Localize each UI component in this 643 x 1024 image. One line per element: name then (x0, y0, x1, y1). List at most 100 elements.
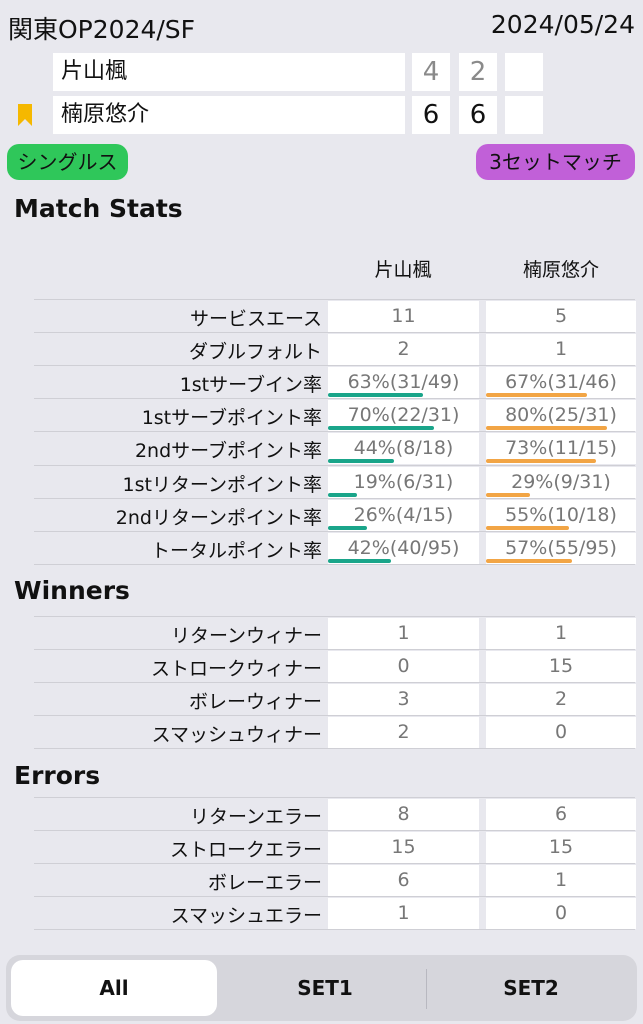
player1-percentage-bar (328, 459, 394, 464)
stat-value-text: 1 (554, 869, 568, 892)
player2-set2-score: 6 (459, 96, 497, 134)
stat-value-text: 55%(10/18) (505, 503, 617, 526)
match-date: 2024/05/24 (490, 10, 635, 39)
player1-stat-value: 2 (328, 717, 479, 749)
player1-name: 片山楓 (53, 53, 405, 91)
stat-value-text: 2 (554, 688, 568, 711)
player1-stat-value: 42%(40/95) (328, 532, 479, 564)
row-divider (34, 715, 635, 717)
column-header-player2: 楠原悠介 (522, 259, 599, 281)
player2-stat-value: 2 (486, 684, 636, 716)
stat-value-text: 1 (554, 338, 568, 361)
bookmark-icon (18, 104, 32, 126)
player2-stat-value: 55%(10/18) (486, 499, 636, 531)
stat-value-text: 80%(25/31) (505, 404, 617, 427)
stat-value-text: 44%(8/18) (353, 437, 454, 460)
row-divider (34, 332, 635, 334)
stat-value-text: 0 (554, 902, 568, 925)
player2-stat-value: 29%(9/31) (486, 466, 636, 498)
stat-value-text: 5 (554, 305, 568, 327)
stat-label: スマッシュウィナー (151, 724, 322, 747)
stat-value-text: 29%(9/31) (511, 470, 611, 493)
player2-percentage-bar (486, 525, 569, 530)
stat-label: ボレーウィナー (188, 691, 322, 714)
player2-stat-value: 1 (486, 334, 636, 366)
row-divider (34, 563, 635, 565)
row-divider (34, 497, 635, 499)
stat-label: 1stリターンポイント率 (122, 473, 323, 496)
stat-value-text: 0 (397, 655, 410, 678)
section-title-errors: Errors (14, 761, 101, 790)
row-divider (34, 896, 635, 898)
stat-label: 1stサーブポイント率 (141, 407, 322, 430)
stat-value-text: 67%(31/46) (505, 371, 617, 394)
row-divider (34, 863, 635, 865)
player2-set3-score (505, 96, 543, 134)
stat-value-text: 0 (554, 721, 568, 744)
player1-percentage-bar (328, 393, 423, 398)
match-format-pill: 3セットマッチ (476, 144, 635, 180)
player1-stat-value: 63%(31/49) (328, 367, 479, 399)
player1-stat-value: 6 (328, 865, 479, 897)
player1-stat-value: 19%(6/31) (328, 466, 479, 498)
player1-stat-value: 11 (328, 301, 479, 332)
section-title-winners: Winners (14, 576, 130, 605)
stat-value-text: 8 (397, 803, 410, 825)
player1-set2-score: 2 (459, 53, 497, 91)
row-divider (34, 830, 635, 832)
player1-stat-value: 70%(22/31) (328, 400, 479, 432)
stat-label: 2ndリターンポイント率 (115, 506, 322, 529)
player2-stat-value: 15 (486, 651, 636, 683)
player2-stat-value: 15 (486, 832, 636, 864)
player2-percentage-bar (486, 558, 572, 563)
stat-value-text: 6 (554, 803, 568, 825)
player1-stat-value: 44%(8/18) (328, 433, 479, 465)
stat-value-text: 57%(55/95) (505, 536, 617, 559)
stat-value-text: 1 (397, 902, 410, 925)
row-divider (34, 616, 635, 617)
stat-value-text: 70%(22/31) (347, 404, 460, 427)
row-divider (34, 398, 635, 400)
stat-value-text: 2 (397, 721, 410, 744)
player1-stat-value: 26%(4/15) (328, 499, 479, 531)
row-divider (34, 464, 635, 466)
player2-stat-value: 67%(31/46) (486, 367, 636, 399)
stat-value-text: 3 (397, 688, 410, 711)
match-title: 関東OP2024/SF (8, 15, 196, 44)
tab-set2[interactable]: SET2 (428, 960, 634, 1016)
stat-value-text: 19%(6/31) (353, 470, 454, 493)
stat-label: リターンウィナー (170, 625, 322, 647)
stat-value-text: 11 (391, 305, 416, 327)
tab-all[interactable]: All (11, 960, 217, 1016)
player2-stat-value: 5 (486, 301, 636, 332)
player2-percentage-bar (486, 492, 530, 497)
player1-stat-value: 8 (328, 799, 479, 830)
player2-percentage-bar (486, 459, 596, 464)
stat-value-text: 1 (397, 622, 410, 644)
player2-percentage-bar (486, 393, 587, 398)
player1-set1-score: 4 (412, 53, 450, 91)
stat-label: スマッシュエラー (170, 905, 322, 928)
player2-set1-score: 6 (412, 96, 450, 134)
stat-value-text: 63%(31/49) (347, 371, 460, 394)
row-divider (34, 365, 635, 367)
player1-percentage-bar (328, 426, 434, 431)
stat-label: ストロークウィナー (150, 658, 322, 681)
player1-stat-value: 15 (328, 832, 479, 864)
stat-value-text: 6 (397, 869, 410, 892)
stat-label: トータルポイント率 (150, 539, 322, 562)
player1-set3-score (505, 53, 543, 91)
player2-stat-value: 57%(55/95) (486, 532, 636, 564)
stat-value-text: 1 (554, 622, 568, 644)
player2-stat-value: 80%(25/31) (486, 400, 636, 432)
set-tab-bar: All SET1 SET2 (6, 955, 637, 1021)
player1-percentage-bar (328, 558, 391, 563)
player2-percentage-bar (486, 426, 607, 431)
row-divider (34, 649, 635, 651)
stat-label: ボレーエラー (207, 872, 322, 895)
stat-label: ダブルフォルト (188, 341, 322, 364)
tab-set1[interactable]: SET1 (222, 960, 428, 1016)
row-divider (34, 797, 635, 798)
column-header-player1: 片山楓 (374, 259, 432, 281)
tab-separator (426, 969, 427, 1009)
